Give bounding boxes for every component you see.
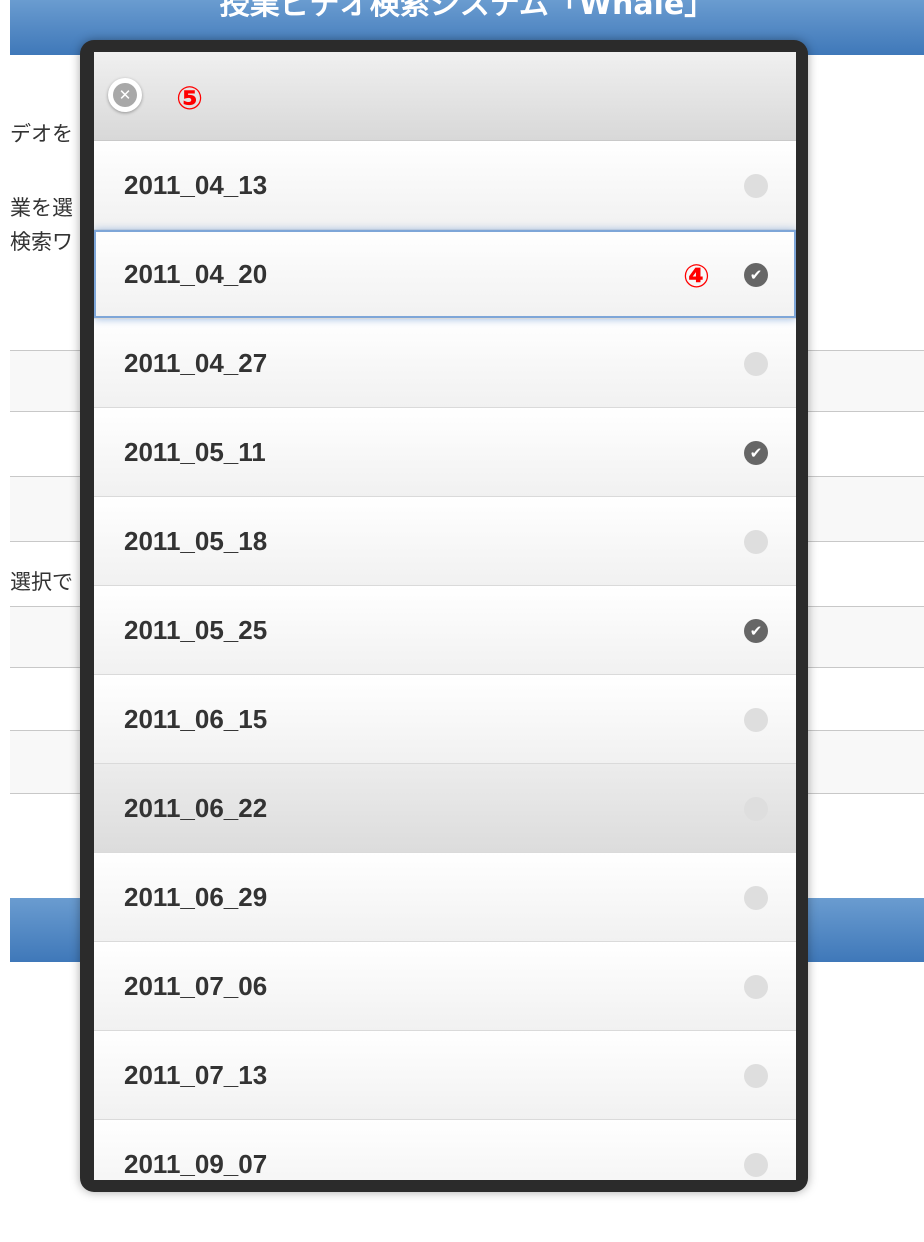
checkmark-icon[interactable] — [744, 263, 768, 287]
unchecked-icon[interactable] — [744, 530, 768, 554]
option-label: 2011_07_06 — [124, 971, 268, 1001]
option-label: 2011_04_13 — [124, 170, 268, 200]
option-row[interactable]: 2011_07_13 — [94, 1031, 796, 1120]
unchecked-icon[interactable] — [744, 797, 768, 821]
left-margin — [0, 0, 10, 1242]
option-row[interactable]: 2011_06_15 — [94, 675, 796, 764]
unchecked-icon[interactable] — [744, 975, 768, 999]
option-label: 2011_05_11 — [124, 437, 266, 467]
option-row[interactable]: 2011_05_18 — [94, 497, 796, 586]
course-text: 業を選 — [10, 196, 73, 220]
date-select-popup: ⑤ 2011_04_13 2011_04_20 ④ 2011_04_27 2011_05… — [80, 40, 808, 1192]
select-text: 選択で — [10, 570, 73, 594]
annotation-5: ⑤ — [176, 79, 204, 117]
checkmark-icon[interactable] — [744, 441, 768, 465]
option-row[interactable]: 2011_05_25 — [94, 586, 796, 675]
option-label: 2011_04_27 — [124, 348, 268, 378]
unchecked-icon[interactable] — [744, 886, 768, 910]
option-label: 2011_04_20 — [124, 259, 268, 289]
checkmark-icon[interactable] — [744, 619, 768, 643]
option-label: 2011_07_13 — [124, 1060, 268, 1090]
option-list: 2011_04_13 2011_04_20 ④ 2011_04_27 2011_05_1… — [94, 141, 796, 1180]
unchecked-icon[interactable] — [744, 708, 768, 732]
page-title: 授業ビデオ検索システム「Whale」 — [219, 0, 715, 22]
option-row[interactable]: 2011_07_06 — [94, 942, 796, 1031]
option-label: 2011_06_15 — [124, 704, 268, 734]
option-label: 2011_06_29 — [124, 882, 268, 912]
option-row[interactable]: 2011_06_29 — [94, 853, 796, 942]
option-row[interactable]: 2011_09_07 — [94, 1120, 796, 1180]
unchecked-icon[interactable] — [744, 174, 768, 198]
option-label: 2011_09_07 — [124, 1149, 268, 1179]
annotation-4: ④ — [682, 257, 710, 295]
option-row[interactable]: 2011_04_27 — [94, 319, 796, 408]
option-row[interactable]: 2011_04_20 ④ — [94, 230, 796, 319]
option-row[interactable]: 2011_05_11 — [94, 408, 796, 497]
popup-header: ⑤ — [94, 52, 796, 141]
unchecked-icon[interactable] — [744, 352, 768, 376]
option-label: 2011_05_25 — [124, 615, 268, 645]
option-label: 2011_05_18 — [124, 526, 268, 556]
popup-content: ⑤ 2011_04_13 2011_04_20 ④ 2011_04_27 2011_05… — [94, 52, 796, 1180]
option-row[interactable]: 2011_04_13 — [94, 141, 796, 230]
intro-text: デオを — [10, 122, 73, 146]
close-icon[interactable] — [108, 78, 142, 112]
unchecked-icon[interactable] — [744, 1153, 768, 1177]
unchecked-icon[interactable] — [744, 1064, 768, 1088]
option-row[interactable]: 2011_06_22 — [94, 764, 796, 853]
search-word-text: 検索ワ — [10, 230, 73, 254]
option-label: 2011_06_22 — [124, 793, 268, 823]
